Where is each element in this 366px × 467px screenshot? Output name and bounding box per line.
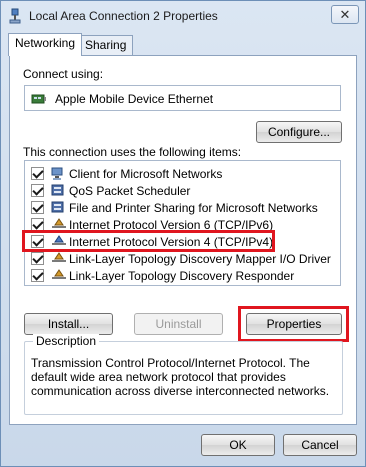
adapter-field: Apple Mobile Device Ethernet bbox=[24, 85, 341, 111]
item-label: Client for Microsoft Networks bbox=[69, 167, 223, 181]
item-checkbox[interactable] bbox=[31, 218, 44, 231]
close-icon: ✕ bbox=[339, 7, 351, 22]
properties-button[interactable]: Properties bbox=[246, 313, 342, 335]
item-checkbox[interactable] bbox=[31, 269, 44, 282]
network-adapter-icon bbox=[31, 91, 47, 107]
list-item[interactable]: Internet Protocol Version 4 (TCP/IPv4) bbox=[25, 233, 335, 250]
list-item[interactable]: Client for Microsoft Networks bbox=[25, 165, 335, 182]
protocol-icon bbox=[51, 251, 67, 266]
tab-networking-label: Networking bbox=[15, 36, 76, 50]
service-icon bbox=[51, 200, 67, 215]
tab-sharing-label: Sharing bbox=[85, 38, 127, 52]
networking-panel: Connect using: Apple Mobile Device Ether… bbox=[9, 55, 357, 425]
description-text: Transmission Control Protocol/Internet P… bbox=[31, 356, 330, 398]
service-icon bbox=[51, 183, 67, 198]
item-label: Internet Protocol Version 4 (TCP/IPv4) bbox=[69, 235, 274, 249]
item-label: Internet Protocol Version 6 (TCP/IPv6) bbox=[69, 218, 274, 232]
title-bar: Local Area Connection 2 Properties ✕ bbox=[1, 1, 365, 31]
item-label: Link-Layer Topology Discovery Responder bbox=[69, 269, 295, 283]
tab-sharing[interactable]: Sharing bbox=[78, 35, 134, 55]
item-checkbox[interactable] bbox=[31, 201, 44, 214]
adapter-name: Apple Mobile Device Ethernet bbox=[55, 92, 214, 106]
description-group: Description Transmission Control Protoco… bbox=[24, 334, 343, 415]
network-adapter-icon bbox=[7, 8, 23, 24]
item-checkbox[interactable] bbox=[31, 252, 44, 265]
window-title: Local Area Connection 2 Properties bbox=[29, 9, 218, 23]
protocol-icon bbox=[51, 234, 67, 249]
list-item[interactable]: Internet Protocol Version 6 (TCP/IPv6) bbox=[25, 216, 335, 233]
ok-button[interactable]: OK bbox=[201, 434, 275, 456]
description-label: Description bbox=[33, 334, 100, 348]
tab-networking[interactable]: Networking bbox=[8, 33, 83, 56]
close-button[interactable]: ✕ bbox=[331, 5, 359, 24]
items-list[interactable]: Client for Microsoft Networks QoS Packet… bbox=[24, 160, 341, 286]
uninstall-button[interactable]: Uninstall bbox=[134, 313, 223, 335]
list-item[interactable]: QoS Packet Scheduler bbox=[25, 182, 335, 199]
cancel-button[interactable]: Cancel bbox=[283, 434, 357, 456]
list-item[interactable]: Link-Layer Topology Discovery Mapper I/O… bbox=[25, 250, 335, 267]
item-checkbox[interactable] bbox=[31, 167, 44, 180]
connect-using-label: Connect using: bbox=[23, 67, 104, 81]
protocol-icon bbox=[51, 217, 67, 232]
install-button[interactable]: Install... bbox=[24, 313, 113, 335]
item-label: QoS Packet Scheduler bbox=[69, 184, 191, 198]
item-checkbox[interactable] bbox=[31, 184, 44, 197]
item-label: Link-Layer Topology Discovery Mapper I/O… bbox=[69, 252, 331, 266]
items-list-label: This connection uses the following items… bbox=[23, 145, 242, 159]
list-item[interactable]: File and Printer Sharing for Microsoft N… bbox=[25, 199, 335, 216]
network-client-icon bbox=[51, 166, 67, 181]
configure-button[interactable]: Configure... bbox=[256, 121, 342, 143]
list-item[interactable]: Link-Layer Topology Discovery Responder bbox=[25, 267, 335, 284]
protocol-icon bbox=[51, 268, 67, 283]
properties-dialog: Local Area Connection 2 Properties ✕ Net… bbox=[0, 0, 366, 467]
item-label: File and Printer Sharing for Microsoft N… bbox=[69, 201, 318, 215]
item-checkbox[interactable] bbox=[31, 235, 44, 248]
